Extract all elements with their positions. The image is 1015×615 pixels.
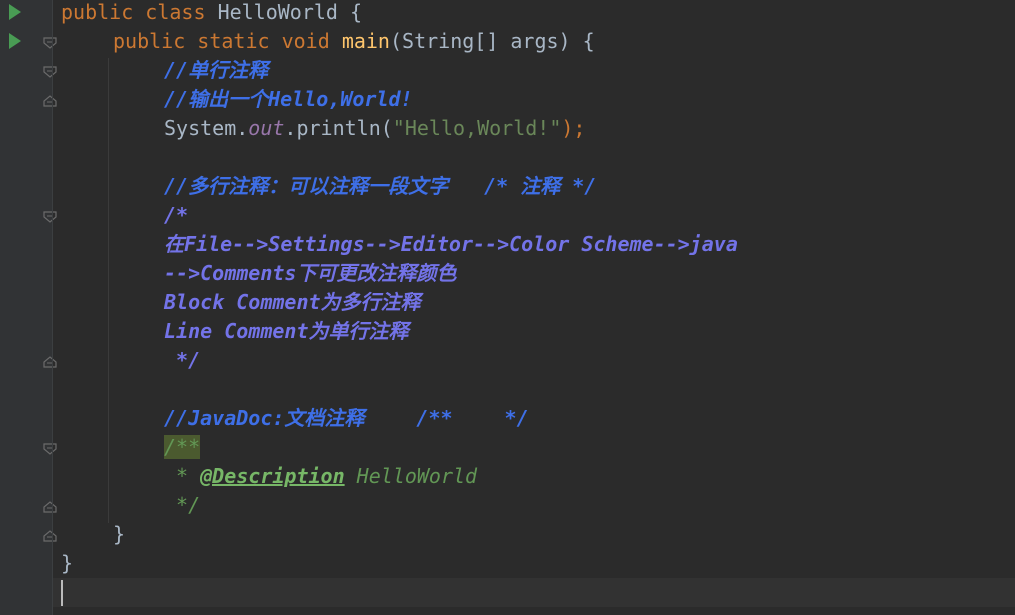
block-comment: */ xyxy=(164,348,201,372)
run-icon[interactable] xyxy=(9,4,21,20)
gutter[interactable] xyxy=(0,0,57,615)
doc-tag[interactable]: @Description xyxy=(200,464,345,488)
code-line-12[interactable]: Line Comment为单行注释 xyxy=(53,317,1015,346)
code-line-5[interactable]: System.out.println("Hello,World!"); xyxy=(53,114,1015,143)
block-comment: Line Comment为单行注释 xyxy=(164,319,409,343)
code-line-2[interactable]: public static void main(String[] args) { xyxy=(53,27,1015,56)
code-line-8[interactable]: /* xyxy=(53,201,1015,230)
block-comment: /* xyxy=(164,203,189,227)
doc-comment-star: * xyxy=(164,464,201,488)
code-editor[interactable]: public class HelloWorld { public static … xyxy=(0,0,1015,615)
block-comment: 在File-->Settings-->Editor-->Color Scheme… xyxy=(164,232,738,256)
code-line-9[interactable]: 在File-->Settings-->Editor-->Color Scheme… xyxy=(53,230,1015,259)
text-caret xyxy=(61,580,63,606)
line-comment: //JavaDoc:文档注释 xyxy=(164,406,365,430)
block-comment: -->Comments下可更改注释颜色 xyxy=(164,261,457,285)
brace: { xyxy=(582,29,595,53)
code-line-19[interactable]: } xyxy=(53,520,1015,549)
inline-block-comment: /* 注释 */ xyxy=(484,174,597,198)
code-line-10[interactable]: -->Comments下可更改注释颜色 xyxy=(53,259,1015,288)
code-line-15[interactable]: //JavaDoc:文档注释 /** */ xyxy=(53,404,1015,433)
code-line-13[interactable]: */ xyxy=(53,346,1015,375)
code-line-7[interactable]: //多行注释：可以注释一段文字 /* 注释 */ xyxy=(53,172,1015,201)
code-line-4[interactable]: //输出一个Hello,World! xyxy=(53,85,1015,114)
run-icon[interactable] xyxy=(9,33,21,49)
code-line-1[interactable]: public class HelloWorld { xyxy=(53,0,1015,27)
brace: { xyxy=(350,0,363,24)
doc-comment-start: /** xyxy=(164,435,201,459)
block-comment: Block Comment为多行注释 xyxy=(164,290,421,314)
code-line-21-current[interactable] xyxy=(53,578,1015,607)
code-line-11[interactable]: Block Comment为多行注释 xyxy=(53,288,1015,317)
keyword: void xyxy=(281,29,330,53)
line-comment: //输出一个Hello,World! xyxy=(164,87,413,111)
params: (String[] args) xyxy=(389,29,571,53)
statement-end: ); xyxy=(561,116,586,140)
brace: } xyxy=(61,551,74,575)
string-literal: "Hello,World!" xyxy=(392,116,562,140)
code-line-16[interactable]: /** xyxy=(53,433,1015,462)
class-name: HelloWorld xyxy=(217,0,338,24)
code-line-18[interactable]: */ xyxy=(53,491,1015,520)
method-name: main xyxy=(341,29,390,53)
doc-description: HelloWorld xyxy=(344,464,478,488)
code-line-3[interactable]: //单行注释 xyxy=(53,56,1015,85)
inline-doc-comment: /** xyxy=(416,406,453,430)
doc-comment-end: */ xyxy=(164,493,201,517)
line-comment: //多行注释：可以注释一段文字 xyxy=(164,174,449,198)
keyword: public xyxy=(113,29,186,53)
static-field: out xyxy=(248,116,285,140)
keyword: static xyxy=(197,29,270,53)
inline-doc-comment-end: */ xyxy=(504,406,529,430)
line-comment: //单行注释 xyxy=(164,58,269,82)
code-area[interactable]: public class HelloWorld { public static … xyxy=(53,0,1015,615)
class-ref: System. xyxy=(164,116,249,140)
method-call: .println( xyxy=(284,116,393,140)
brace: } xyxy=(113,522,126,546)
code-line-17[interactable]: * @Description HelloWorld xyxy=(53,462,1015,491)
keyword: public xyxy=(61,0,134,24)
keyword: class xyxy=(145,0,206,24)
code-line-20[interactable]: } xyxy=(53,549,1015,578)
